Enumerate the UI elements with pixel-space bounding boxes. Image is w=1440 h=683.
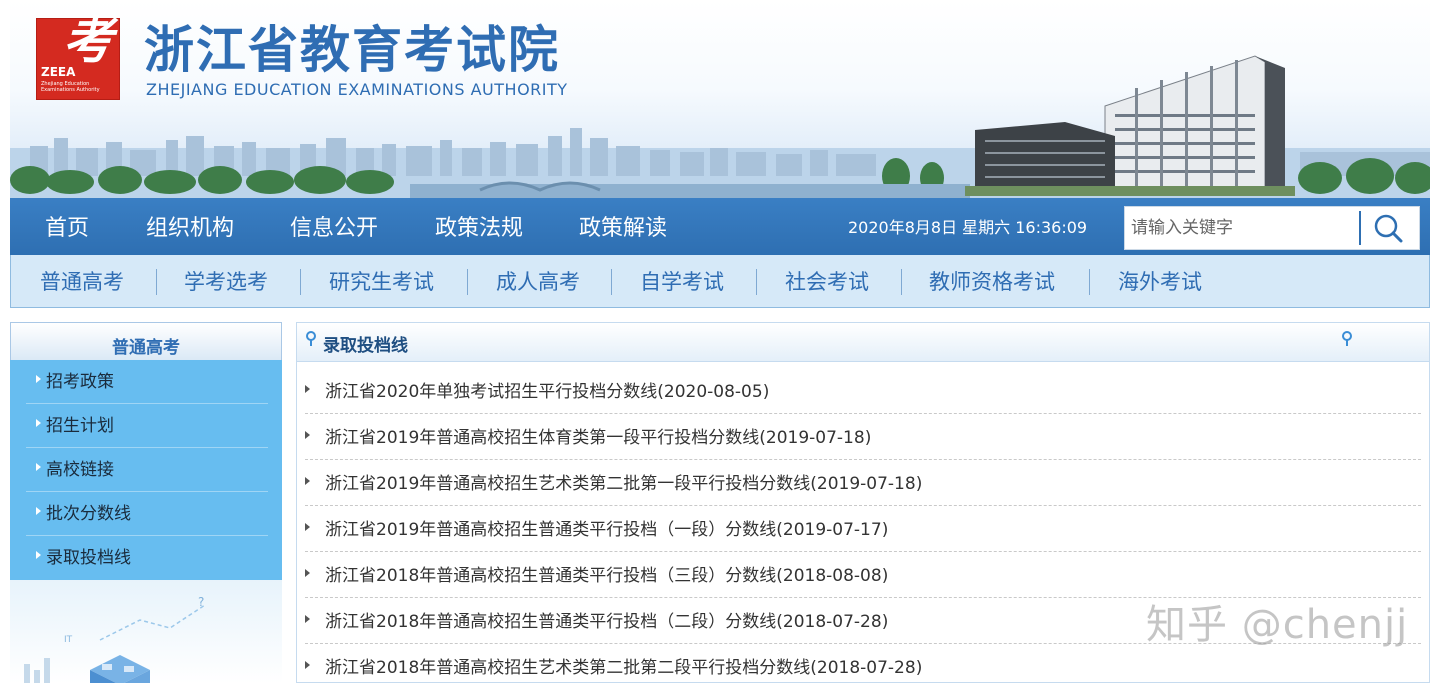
list-item-title: 浙江省2018年普通高校招生艺术类第二批第二段平行投档分数线(2018-07-2… (325, 658, 923, 678)
datetime-display: 2020年8月8日 星期六 16:36:09 (848, 218, 1088, 237)
nav-item-organization[interactable]: 组织机构 (146, 198, 234, 255)
arrow-right-icon (305, 569, 310, 577)
search-box (1124, 206, 1420, 250)
nav-item-info-disclosure[interactable]: 信息公开 (290, 198, 378, 255)
search-button[interactable] (1369, 211, 1409, 245)
sub-nav: 普通高考 学考选考 研究生考试 成人高考 自学考试 社会考试 教师资格考试 海外… (10, 255, 1430, 308)
search-icon (1374, 214, 1403, 243)
site-banner: 考 ZEEA Zhejiang Education Examinations A… (10, 0, 1430, 198)
list-item[interactable]: 浙江省2019年普通高校招生艺术类第二批第一段平行投档分数线(2019-07-1… (305, 460, 1421, 506)
subnav-item-overseas[interactable]: 海外考试 (1118, 255, 1202, 307)
sidebar-item-label: 录取投档线 (46, 548, 131, 568)
sidebar-item-university-links[interactable]: 高校链接 (26, 448, 268, 492)
sidebar-title: 普通高考 (10, 322, 282, 360)
arrow-right-icon (36, 551, 41, 559)
logo-abbr: ZEEA (41, 65, 76, 79)
subnav-item-social[interactable]: 社会考试 (785, 255, 869, 307)
svg-text:IT: IT (64, 635, 73, 645)
subnav-item-self-study[interactable]: 自学考试 (640, 255, 724, 307)
arrow-right-icon (305, 661, 310, 669)
subnav-divider (467, 269, 468, 295)
sidebar-item-admission-lines[interactable]: 录取投档线 (26, 536, 268, 579)
main-nav: 首页 组织机构 信息公开 政策法规 政策解读 2020年8月8日 星期六 16:… (10, 198, 1430, 255)
list-item-title: 浙江省2019年普通高校招生普通类平行投档（一段）分数线(2019-07-17) (325, 520, 889, 540)
arrow-right-icon (36, 375, 41, 383)
subnav-divider (901, 269, 902, 295)
subnav-divider (1089, 269, 1090, 295)
list-item-title: 浙江省2020年单独考试招生平行投档分数线(2020-08-05) (325, 382, 770, 402)
sidebar-item-label: 招考政策 (46, 372, 114, 392)
subnav-divider (611, 269, 612, 295)
arrow-right-icon (305, 477, 310, 485)
subnav-item-graduate[interactable]: 研究生考试 (329, 255, 434, 307)
list-item-title: 浙江省2019年普通高校招生艺术类第二批第一段平行投档分数线(2019-07-1… (325, 474, 923, 494)
list-item-title: 浙江省2018年普通高校招生普通类平行投档（二段）分数线(2018-07-28) (325, 612, 889, 632)
svg-text:?: ? (198, 595, 204, 609)
site-title: 浙江省教育考试院 (144, 20, 560, 79)
list-item[interactable]: 浙江省2019年普通高校招生体育类第一段平行投档分数线(2019-07-18) (305, 414, 1421, 460)
building-image (965, 55, 1295, 196)
list-item[interactable]: 浙江省2020年单独考试招生平行投档分数线(2020-08-05) (305, 368, 1421, 414)
subnav-item-gaokao[interactable]: 普通高考 (40, 255, 124, 307)
arrow-right-icon (305, 615, 310, 623)
sidebar: 普通高考 招考政策 招生计划 高校链接 批次分数线 录取投档线 ? IT (10, 322, 282, 683)
list-item-title: 浙江省2018年普通高校招生普通类平行投档（三段）分数线(2018-08-08) (325, 566, 889, 586)
sidebar-item-enrollment-plan[interactable]: 招生计划 (26, 404, 268, 448)
location-pin-icon (1342, 331, 1352, 346)
subnav-divider (756, 269, 757, 295)
subnav-divider (156, 269, 157, 295)
search-divider (1359, 211, 1361, 245)
arrow-right-icon (305, 385, 310, 393)
sidebar-item-batch-scores[interactable]: 批次分数线 (26, 492, 268, 536)
arrow-right-icon (36, 463, 41, 471)
sidebar-decoration-image: ? IT (10, 580, 282, 683)
watermark: 知乎 @chenjj (1146, 602, 1409, 648)
location-pin-icon (306, 331, 316, 346)
nav-item-policies[interactable]: 政策法规 (435, 198, 523, 255)
arrow-right-icon (305, 523, 310, 531)
list-item[interactable]: 浙江省2019年普通高校招生普通类平行投档（一段）分数线(2019-07-17) (305, 506, 1421, 552)
site-logo[interactable]: 考 ZEEA Zhejiang Education Examinations A… (36, 13, 120, 100)
sidebar-item-admission-policy[interactable]: 招考政策 (26, 360, 268, 404)
sidebar-menu: 招考政策 招生计划 高校链接 批次分数线 录取投档线 (10, 360, 282, 580)
nav-item-home[interactable]: 首页 (45, 198, 89, 255)
search-input[interactable] (1125, 207, 1363, 249)
subnav-divider (300, 269, 301, 295)
subnav-item-adult[interactable]: 成人高考 (496, 255, 580, 307)
subnav-item-teacher[interactable]: 教师资格考试 (929, 255, 1055, 307)
logo-subtext: Zhejiang Education Examinations Authorit… (41, 81, 100, 93)
list-item-title: 浙江省2019年普通高校招生体育类第一段平行投档分数线(2019-07-18) (325, 428, 872, 448)
nav-item-policy-interpretation[interactable]: 政策解读 (579, 198, 667, 255)
sidebar-item-label: 招生计划 (46, 416, 114, 436)
arrow-right-icon (36, 419, 41, 427)
sidebar-item-label: 批次分数线 (46, 504, 131, 524)
subnav-item-xuekao[interactable]: 学考选考 (184, 255, 268, 307)
content-title: 录取投档线 (323, 336, 408, 356)
arrow-right-icon (305, 431, 310, 439)
logo-glyph: 考 (63, 11, 113, 70)
content-header: 录取投档线 (297, 323, 1429, 362)
site-subtitle: ZHEJIANG EDUCATION EXAMINATIONS AUTHORIT… (146, 80, 568, 99)
arrow-right-icon (36, 507, 41, 515)
sidebar-item-label: 高校链接 (46, 460, 114, 480)
